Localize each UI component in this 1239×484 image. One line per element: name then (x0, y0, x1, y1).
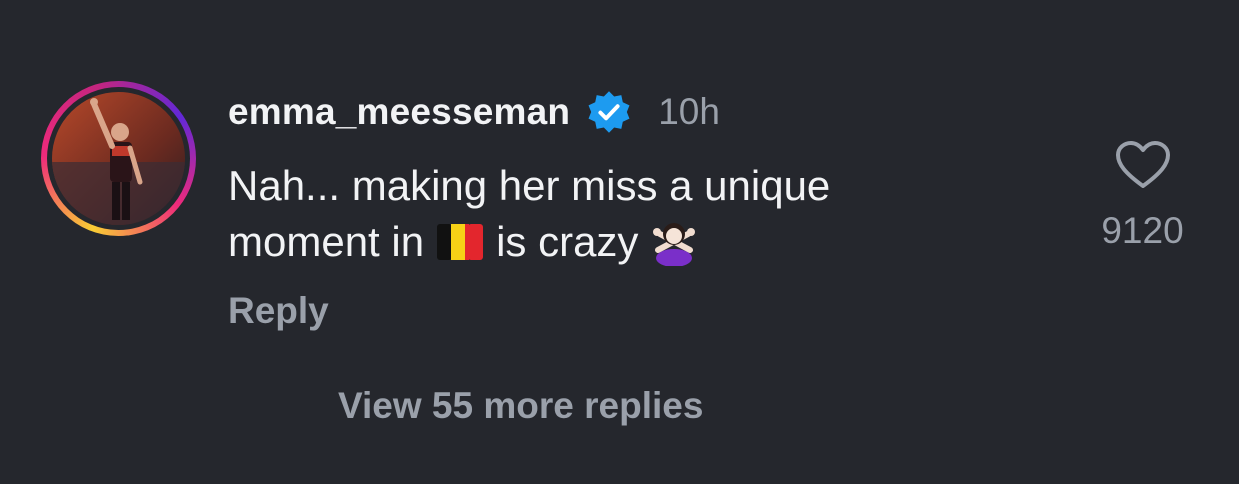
reply-button[interactable]: Reply (228, 290, 329, 332)
verified-badge-icon (588, 91, 630, 133)
comment-text-line-2-start: moment in (228, 218, 425, 265)
avatar[interactable] (41, 81, 196, 236)
like-count: 9120 (1101, 210, 1184, 251)
comment-body: Nah... making her miss a unique moment i… (228, 158, 1028, 270)
like-section: 9120 (1090, 140, 1195, 252)
comment-item: emma_meesseman 10h Nah... making her mis… (0, 0, 1239, 484)
heart-icon[interactable] (1115, 140, 1171, 190)
comment-text-line-2-end: is crazy (496, 218, 639, 265)
comment-header: emma_meesseman 10h (228, 88, 720, 136)
comment-line: moment in is crazy (228, 214, 1028, 270)
belgium-flag-icon (437, 224, 484, 260)
timestamp: 10h (658, 91, 720, 132)
avatar-photo-icon (52, 92, 185, 225)
view-more-replies-button[interactable]: View 55 more replies (338, 385, 703, 427)
avatar-image (52, 92, 185, 225)
comment-text-line-1: Nah... making her miss a unique (228, 162, 831, 209)
username[interactable]: emma_meesseman (228, 91, 570, 133)
person-gesturing-no-icon (653, 223, 696, 266)
comment-line: Nah... making her miss a unique (228, 158, 1028, 214)
